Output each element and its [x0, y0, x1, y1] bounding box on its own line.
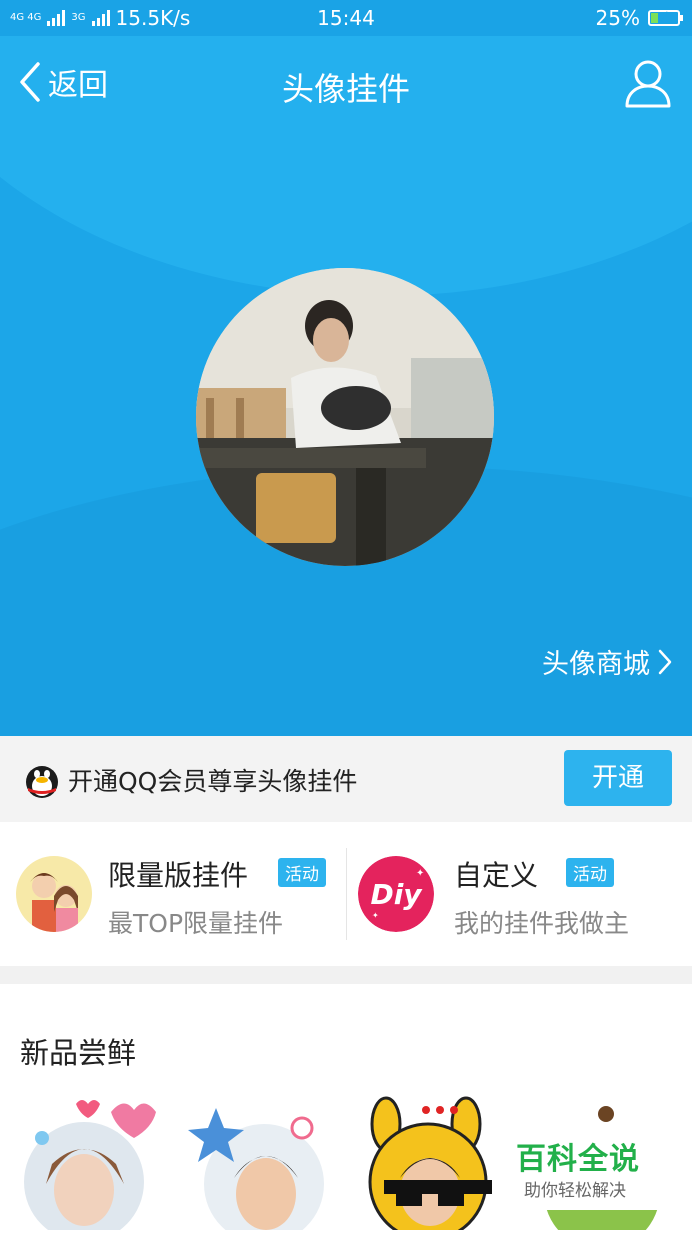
- avatar-photo[interactable]: [196, 268, 494, 566]
- nav-bar: 返回 头像挂件: [0, 36, 692, 132]
- couple-illustration-icon: [16, 856, 92, 932]
- membership-text: 开通QQ会员尊享头像挂件: [68, 767, 358, 796]
- watermark-logo: 百科全说 助你轻松解决: [506, 1128, 672, 1210]
- new-items-title: 新品尝鲜: [20, 1036, 137, 1070]
- feature-cards: 限量版挂件 活动 最TOP限量挂件 Diy ✦ ✦ 自定义 活动 我的挂件我做主: [0, 822, 692, 966]
- status-time: 15:44: [317, 6, 375, 30]
- limited-edition-card[interactable]: 限量版挂件 活动 最TOP限量挂件: [0, 822, 346, 966]
- open-membership-button[interactable]: 开通: [564, 750, 672, 806]
- custom-card[interactable]: Diy ✦ ✦ 自定义 活动 我的挂件我做主: [346, 822, 692, 966]
- status-right: 25% ⚡: [595, 6, 683, 30]
- svg-text:✦: ✦: [372, 911, 379, 920]
- battery-percent: 25%: [595, 6, 640, 30]
- avatar-mall-link[interactable]: 头像商城: [542, 642, 672, 681]
- battery-icon: ⚡: [648, 9, 683, 26]
- watermark-main-text: 百科全说: [516, 1142, 640, 1177]
- membership-banner: 开通QQ会员尊享头像挂件 开通: [0, 736, 692, 822]
- pendant-item[interactable]: [16, 1094, 166, 1244]
- pendant-thumbnail: [368, 1096, 492, 1242]
- custom-subtitle: 我的挂件我做主: [454, 909, 630, 938]
- svg-text:✦: ✦: [416, 868, 424, 879]
- avatar-image: [196, 268, 494, 566]
- activity-badge-2: 活动: [566, 858, 614, 887]
- status-bar: 4G 4G 3G 15.5K/s 15:44 25% ⚡: [0, 0, 692, 36]
- chevron-right-icon: [658, 649, 672, 674]
- qq-penguin-icon: [26, 766, 58, 798]
- limited-edition-title: 限量版挂件: [108, 859, 249, 892]
- custom-title: 自定义: [454, 859, 539, 892]
- diy-icon-text: Diy: [370, 878, 423, 911]
- avatar-mall-label: 头像商城: [542, 649, 650, 680]
- diy-icon: Diy ✦ ✦: [358, 856, 434, 932]
- limited-edition-subtitle: 最TOP限量挂件: [108, 909, 284, 938]
- activity-badge: 活动: [278, 858, 326, 887]
- page-title: 头像挂件: [281, 70, 410, 108]
- pendant-thumbnail: [188, 1108, 324, 1244]
- section-gap: [0, 966, 692, 984]
- pendant-item[interactable]: [356, 1094, 506, 1244]
- pendant-thumbnail: [24, 1100, 156, 1242]
- pendant-item[interactable]: [186, 1094, 336, 1244]
- watermark-sub-text: 助你轻松解决: [524, 1181, 626, 1201]
- user-profile-icon[interactable]: [624, 58, 672, 110]
- hero-banner: 返回 头像挂件 头像商城: [0, 36, 692, 736]
